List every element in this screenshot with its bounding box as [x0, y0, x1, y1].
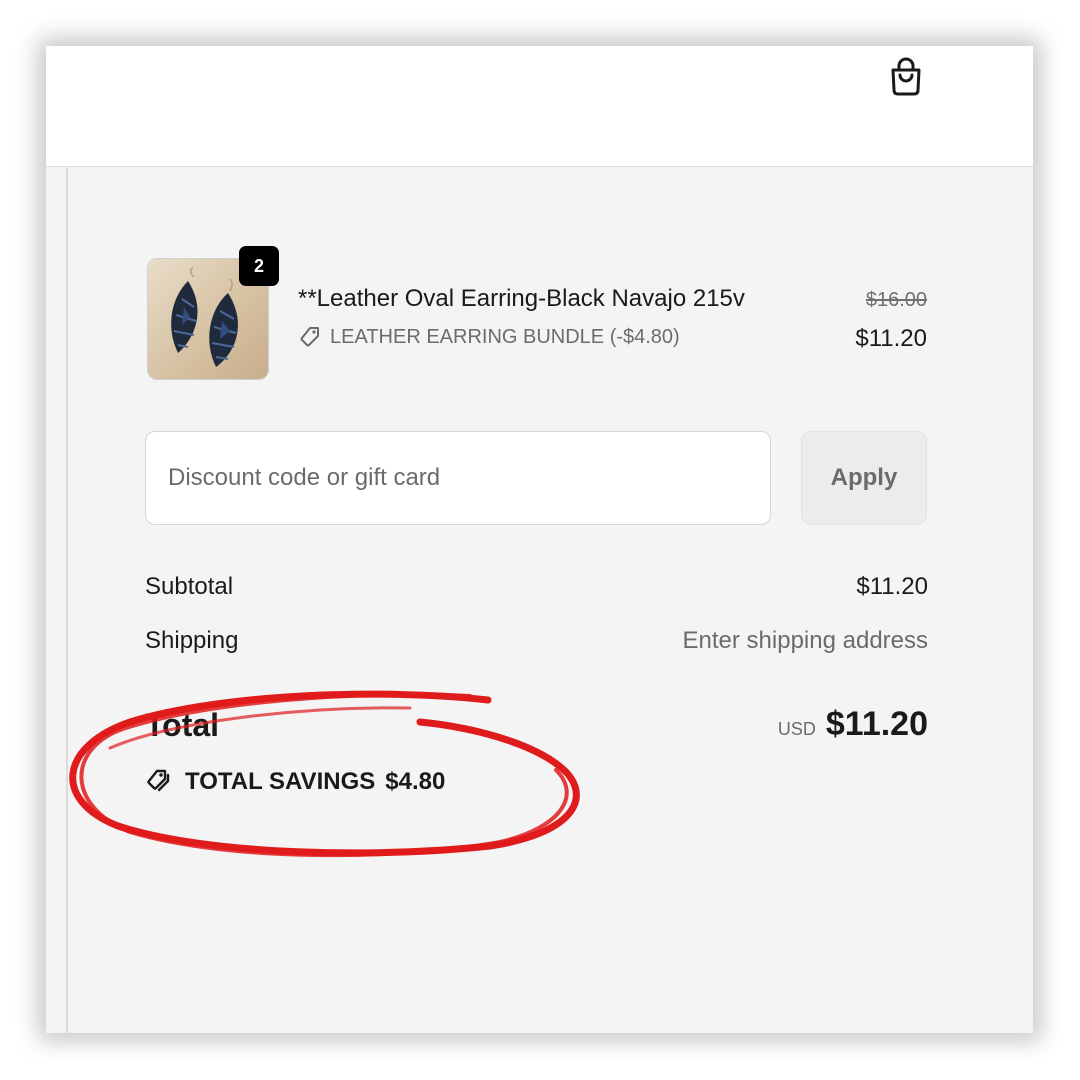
savings-label: TOTAL SAVINGS: [185, 768, 376, 795]
item-discount-label: LEATHER EARRING BUNDLE (-$4.80): [330, 325, 680, 348]
checkout-window: 2 **Leather Oval Earring-Black Navajo 21…: [46, 46, 1033, 1033]
item-price: $11.20: [855, 325, 927, 352]
subtotal-label: Subtotal: [145, 573, 234, 600]
currency-code: USD: [777, 719, 816, 739]
discount-code-input[interactable]: [145, 431, 771, 525]
item-discount: LEATHER EARRING BUNDLE (-$4.80): [298, 325, 680, 349]
total-value: USD $11.20: [778, 705, 928, 744]
divider: [66, 167, 68, 1033]
total-label: Total: [145, 707, 220, 743]
tags-icon: [147, 769, 170, 792]
checkout-header: [46, 46, 1033, 167]
savings-value: $4.80: [385, 768, 446, 795]
shipping-label: Shipping: [145, 627, 239, 654]
subtotal-value: $11.20: [856, 573, 928, 600]
product-title: **Leather Oval Earring-Black Navajo 215v: [298, 285, 745, 312]
total-amount: $11.20: [825, 705, 928, 743]
shipping-value: Enter shipping address: [682, 627, 928, 654]
total-savings: TOTAL SAVINGS $4.80: [145, 768, 445, 796]
apply-button[interactable]: Apply: [801, 431, 927, 525]
quantity-badge: 2: [239, 246, 279, 286]
cart-button[interactable]: [884, 54, 928, 100]
shopping-bag-icon: [891, 57, 921, 96]
tag-icon: [300, 327, 319, 347]
original-price: $16.00: [865, 289, 927, 311]
